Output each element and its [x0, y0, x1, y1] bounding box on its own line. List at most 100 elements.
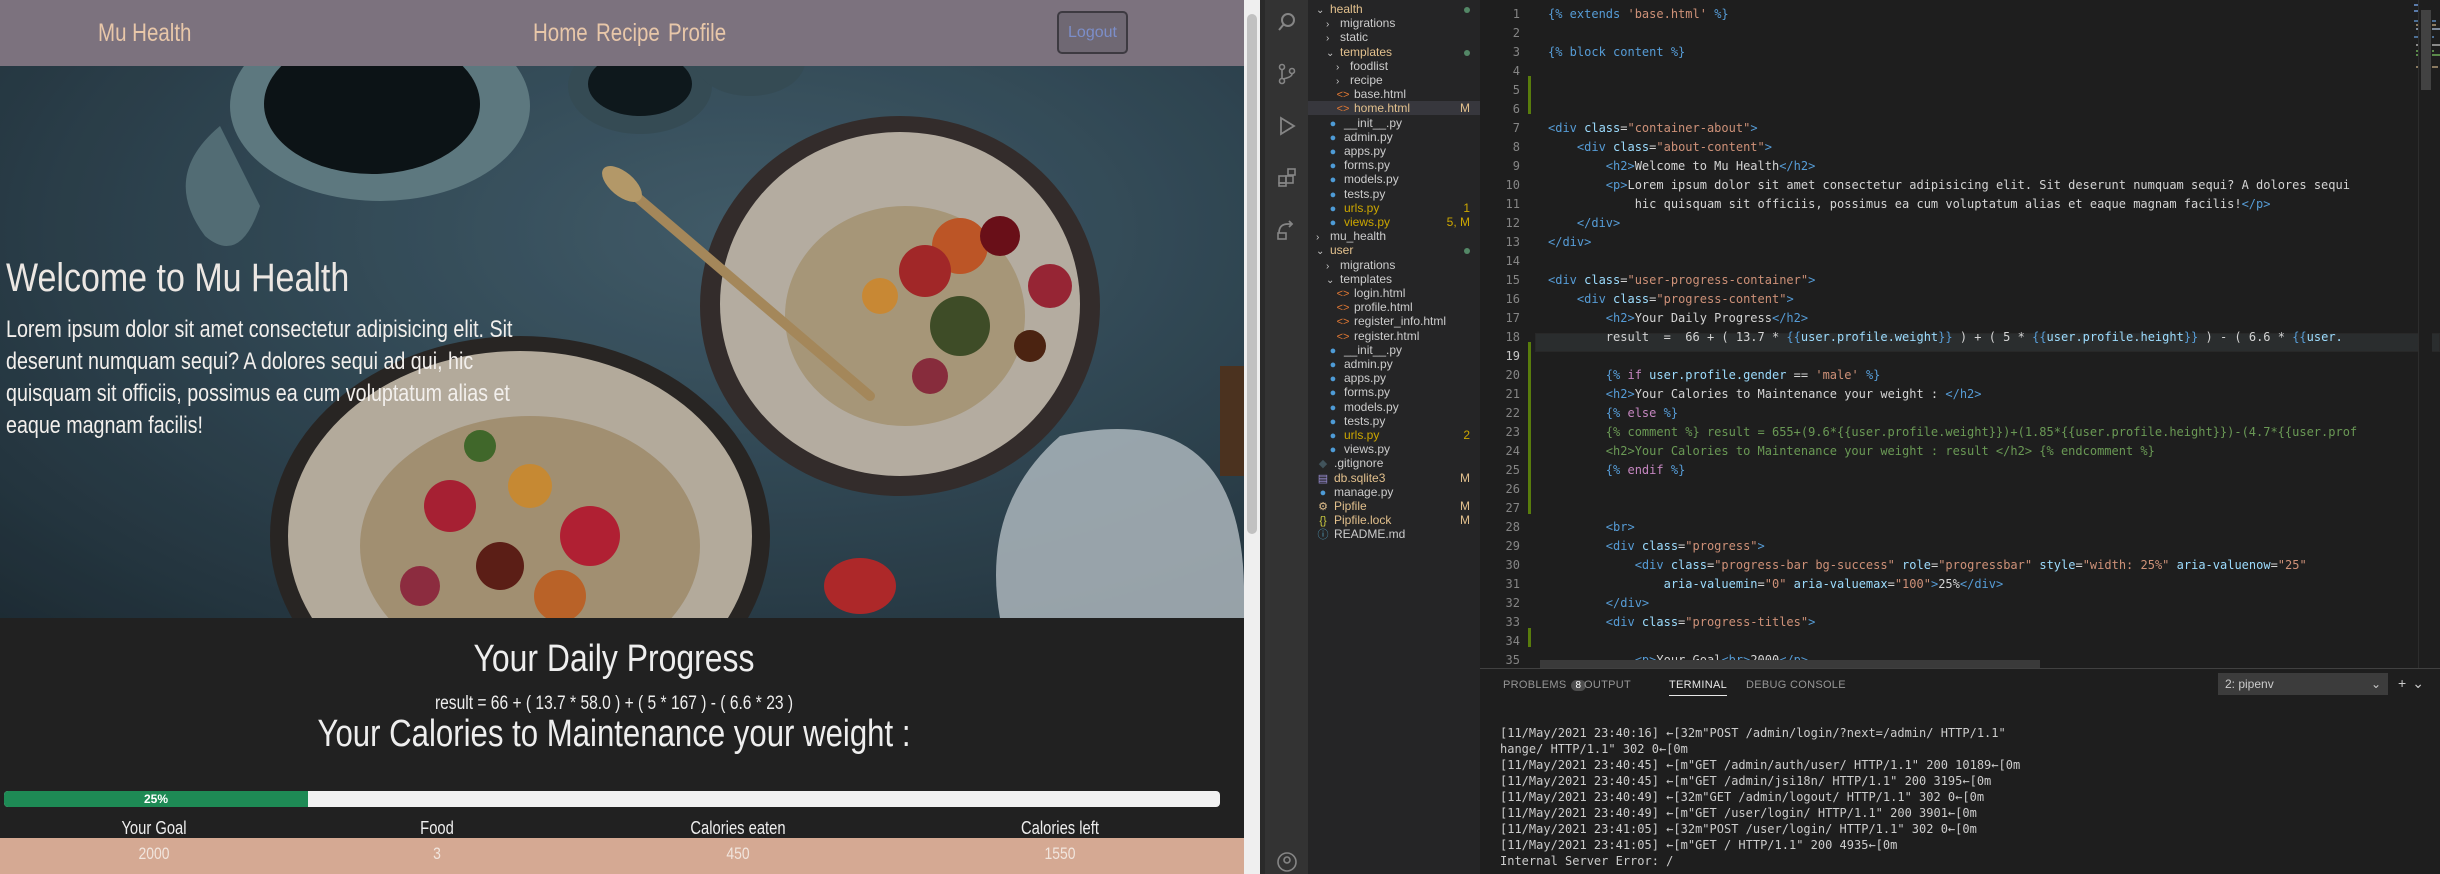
explorer-item[interactable]: ● tests.py	[1308, 414, 1480, 428]
code-line[interactable]: <h2>Welcome to Mu Health</h2>	[1548, 157, 1816, 176]
terminal-line: [11/May/2021 23:40:49] ←[m"GET /user/log…	[1500, 806, 1977, 820]
explorer-item[interactable]: › foodlist	[1308, 59, 1480, 73]
explorer-item[interactable]: ⌄ health	[1308, 2, 1480, 16]
nav-link-profile[interactable]: Profile	[668, 19, 726, 48]
code-line[interactable]: {% comment %} result = 655+(9.6*{{user.p…	[1548, 423, 2357, 442]
explorer-item[interactable]: ● __init__.py	[1308, 116, 1480, 130]
explorer-item[interactable]: ● models.py	[1308, 172, 1480, 186]
explorer-item[interactable]: › recipe	[1308, 73, 1480, 87]
explorer-item[interactable]: ⌄ templates	[1308, 272, 1480, 286]
nav-link-recipe[interactable]: Recipe	[596, 19, 660, 48]
explorer-item[interactable]: ● models.py	[1308, 400, 1480, 414]
explorer-item[interactable]: › mu_health	[1308, 229, 1480, 243]
editor-scrollbar-thumb[interactable]	[2421, 10, 2431, 90]
terminal-selector[interactable]: 2: pipenv ⌄	[2218, 673, 2388, 695]
activity-bar	[1265, 0, 1308, 874]
editor-scrollbar[interactable]	[2418, 0, 2432, 668]
explorer-item-label: migrations	[1340, 257, 1396, 272]
extensions-icon[interactable]	[1273, 164, 1301, 192]
py-file-icon: ●	[1329, 160, 1337, 173]
browser-scrollbar[interactable]	[1244, 0, 1260, 874]
explorer-item-label: tests.py	[1344, 413, 1386, 428]
tab-output[interactable]: OUTPUT	[1584, 679, 1631, 691]
code-line[interactable]: {% block content %}	[1548, 43, 1685, 62]
code-line[interactable]: <h2>Your Daily Progress</h2>	[1548, 309, 1808, 328]
code-line[interactable]: hic quisquam sit officiis, possimus ea c…	[1548, 195, 2271, 214]
code-line[interactable]: <div class="progress-titles">	[1548, 613, 1816, 632]
code-editor[interactable]: 1 2 3 4 5 6 7 8 9 10 11 12 13 14 15 16 17 18 19 20 21 22 23 24 2…	[1480, 0, 2440, 668]
explorer-item[interactable]: <> home.html M	[1308, 101, 1480, 116]
code-line[interactable]: </div>	[1548, 233, 1591, 252]
explorer-item-label: Pipfile	[1334, 499, 1367, 513]
split-terminal-icon[interactable]: ⌄	[2412, 675, 2430, 691]
explorer-item[interactable]: ⌄ user	[1308, 243, 1480, 257]
code-line[interactable]: <div class="progress-bar bg-success" rol…	[1548, 556, 2307, 575]
explorer-item[interactable]: ● admin.py	[1308, 357, 1480, 371]
explorer-item[interactable]: ● views.py	[1308, 442, 1480, 456]
code-line[interactable]: <br>	[1548, 518, 1635, 537]
explorer-item-label: __init__.py	[1344, 342, 1403, 357]
source-control-icon[interactable]	[1273, 60, 1301, 88]
explorer-item-label: static	[1340, 30, 1369, 45]
explorer-item[interactable]: ● apps.py	[1308, 144, 1480, 158]
code-line[interactable]: <p>Lorem ipsum dolor sit amet consectetu…	[1548, 176, 2350, 195]
code-line[interactable]: {% extends 'base.html' %}	[1548, 5, 1729, 24]
logout-button[interactable]: Logout	[1057, 11, 1128, 54]
explorer-item[interactable]: ● admin.py	[1308, 130, 1480, 144]
code-line[interactable]: <div class="progress">	[1548, 537, 1765, 556]
py-file-icon: ●	[1329, 131, 1337, 144]
explorer-item[interactable]: <> register.html	[1308, 329, 1480, 343]
nav-link-home[interactable]: Home	[533, 19, 588, 48]
add-terminal-icon[interactable]: +	[2398, 675, 2412, 691]
code-line[interactable]: {% if user.profile.gender == 'male' %}	[1548, 366, 1881, 385]
remote-explorer-icon[interactable]	[1273, 216, 1301, 244]
browser-scrollbar-thumb[interactable]	[1247, 14, 1257, 534]
value-goal: 2000	[138, 844, 170, 863]
explorer-item[interactable]: ● tests.py	[1308, 187, 1480, 201]
code-line[interactable]: </div>	[1548, 594, 1649, 613]
explorer-item[interactable]: <> profile.html	[1308, 300, 1480, 314]
code-line[interactable]: <h2>Your Calories to Maintenance your we…	[1548, 385, 1982, 404]
explorer-item[interactable]: ● forms.py	[1308, 158, 1480, 172]
explorer-item[interactable]: ⓘ README.md	[1308, 527, 1480, 541]
tab-terminal[interactable]: TERMINAL	[1669, 679, 1728, 696]
hero-text: Lorem ipsum dolor sit amet consectetur a…	[6, 316, 513, 439]
explorer-item[interactable]: <> register_info.html	[1308, 314, 1480, 328]
code-line[interactable]: result = 66 + ( 13.7 * {{user.profile.we…	[1548, 328, 2343, 347]
horizontal-scrollbar-thumb[interactable]	[1540, 660, 2040, 668]
explorer-item[interactable]: ◆ .gitignore	[1308, 456, 1480, 470]
explorer-item[interactable]: ● urls.py 1	[1308, 201, 1480, 215]
explorer-item[interactable]: ⚙ Pipfile M	[1308, 499, 1480, 513]
explorer-item[interactable]: ▤ db.sqlite3 M	[1308, 471, 1480, 485]
explorer-item[interactable]: › static	[1308, 30, 1480, 44]
explorer-item[interactable]: ● manage.py	[1308, 485, 1480, 499]
search-icon[interactable]	[1273, 8, 1301, 36]
explorer-item[interactable]: ⌄ templates	[1308, 45, 1480, 59]
code-line[interactable]: <div class="container-about">	[1548, 119, 1758, 138]
py-file-icon: ●	[1329, 188, 1337, 201]
line-number: 20	[1505, 368, 1520, 382]
account-icon[interactable]	[1273, 848, 1301, 874]
explorer-item[interactable]: › migrations	[1308, 258, 1480, 272]
explorer-item[interactable]: › migrations	[1308, 16, 1480, 30]
explorer-item[interactable]: ● urls.py 2	[1308, 428, 1480, 442]
code-line[interactable]: {% else %}	[1548, 404, 1678, 423]
code-line[interactable]: <div class="about-content">	[1548, 138, 1772, 157]
site-brand[interactable]: Mu Health	[98, 19, 191, 48]
explorer-item[interactable]: ● __init__.py	[1308, 343, 1480, 357]
explorer-item[interactable]: {} Pipfile.lock M	[1308, 513, 1480, 527]
code-line[interactable]: aria-valuemin="0" aria-valuemax="100">25…	[1548, 575, 2004, 594]
code-line[interactable]: </div>	[1548, 214, 1620, 233]
explorer-item[interactable]: <> login.html	[1308, 286, 1480, 300]
code-line[interactable]: {% endif %}	[1548, 461, 1686, 480]
explorer-item[interactable]: ● views.py 5, M	[1308, 215, 1480, 229]
explorer-item[interactable]: ● apps.py	[1308, 371, 1480, 385]
tab-problems[interactable]: PROBLEMS 8	[1503, 679, 1587, 691]
explorer-item[interactable]: ● forms.py	[1308, 385, 1480, 399]
explorer-item[interactable]: <> base.html	[1308, 87, 1480, 101]
code-line[interactable]: <div class="progress-content">	[1548, 290, 1794, 309]
code-line[interactable]: <h2>Your Calories to Maintenance your we…	[1548, 442, 2155, 461]
code-line[interactable]: <div class="user-progress-container">	[1548, 271, 1815, 290]
run-debug-icon[interactable]	[1273, 112, 1301, 140]
tab-debug-console[interactable]: DEBUG CONSOLE	[1746, 679, 1846, 691]
